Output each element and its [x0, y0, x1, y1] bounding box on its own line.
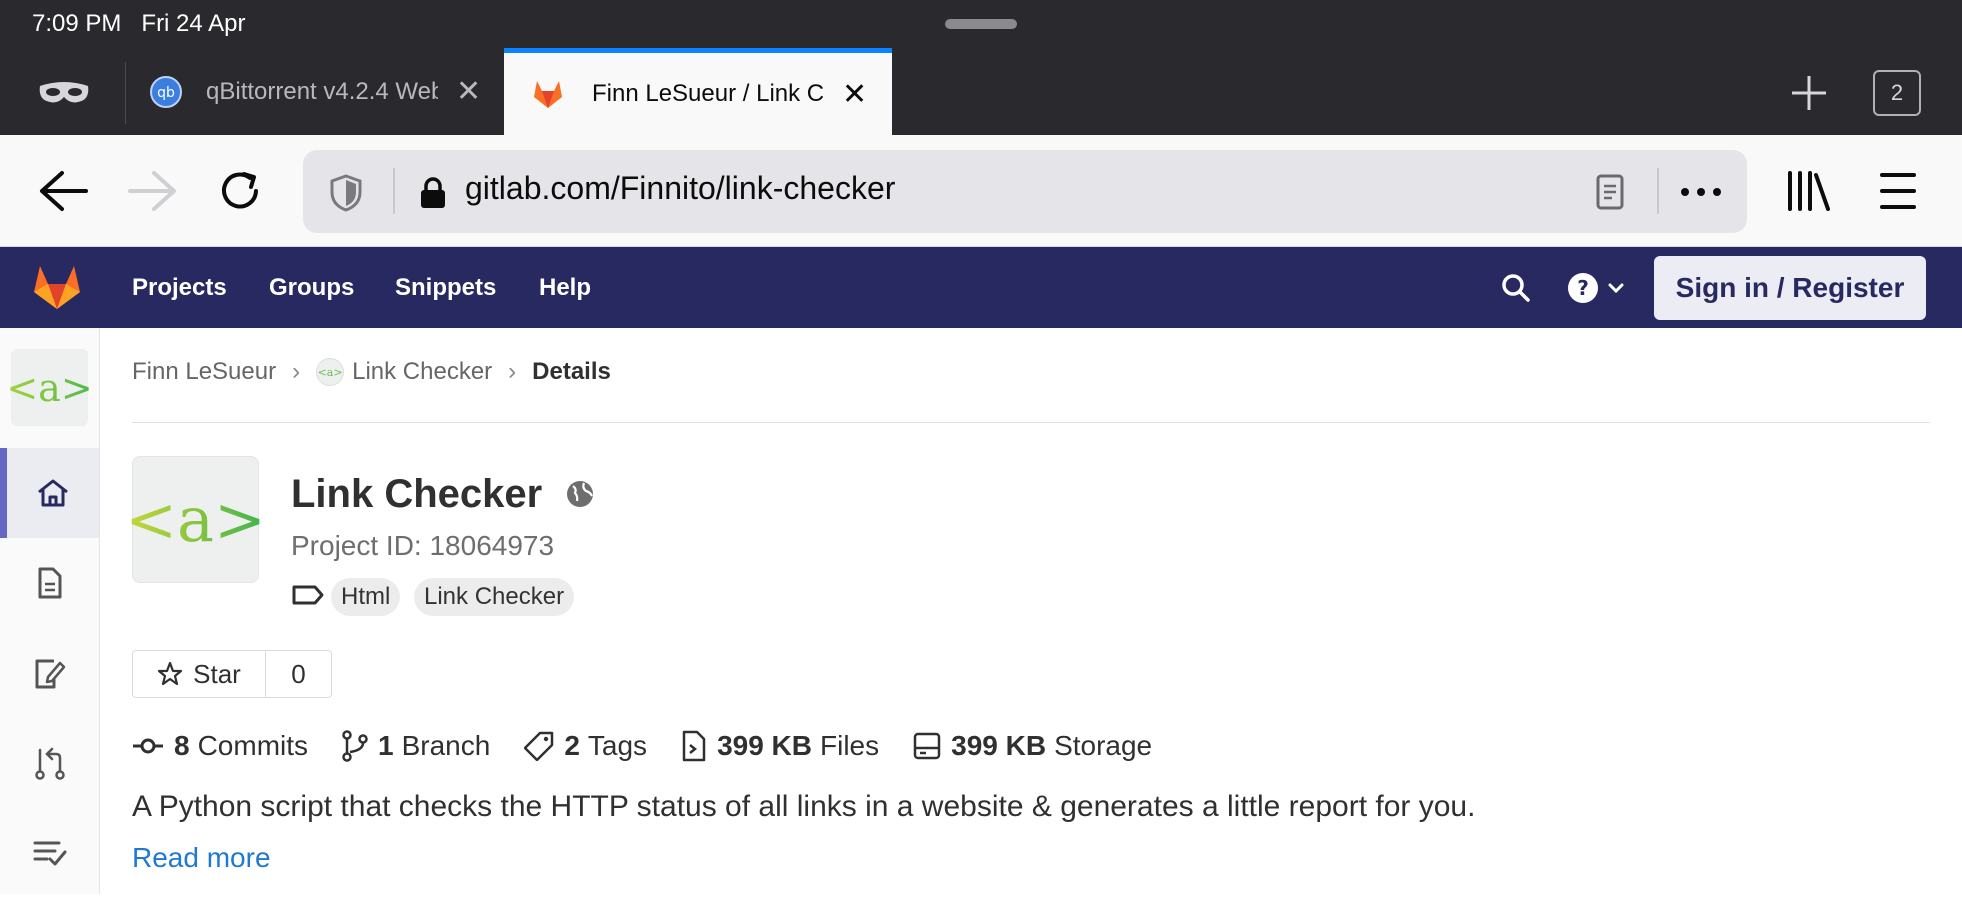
todo-icon — [33, 841, 66, 866]
browser-toolbar: gitlab.com/Finnito/link-checker — [0, 135, 1962, 247]
star-button[interactable]: Star — [133, 651, 266, 697]
url-divider — [1657, 168, 1659, 214]
tags-count: 2 — [564, 730, 580, 761]
read-more-link[interactable]: Read more — [132, 842, 271, 874]
close-tab-icon[interactable]: ✕ — [842, 77, 867, 112]
issues-icon — [35, 659, 65, 689]
file-icon — [38, 567, 61, 599]
file-code-icon — [682, 730, 706, 762]
project-avatar: <a> — [125, 456, 266, 583]
status-bar: 7:09 PM Fri 24 Apr — [32, 10, 245, 38]
label-tag-icon — [292, 585, 324, 605]
close-tab-icon[interactable]: ✕ — [456, 74, 481, 109]
tracking-protection-shield-icon[interactable] — [329, 174, 363, 212]
project-title: Link Checker — [291, 472, 595, 517]
status-time: 7:09 PM — [32, 10, 122, 37]
star-button-group: Star 0 — [132, 650, 332, 698]
commits-stat[interactable]: 8 Commits — [132, 730, 308, 762]
topic-tag[interactable]: Link Checker — [414, 578, 575, 616]
project-description: A Python script that checks the HTTP sta… — [132, 790, 1476, 823]
search-icon[interactable] — [1501, 273, 1531, 303]
lock-icon[interactable] — [419, 176, 447, 210]
files-size: 399 KB — [717, 730, 812, 761]
breadcrumb-owner[interactable]: Finn LeSueur — [132, 358, 276, 386]
gitlab-favicon-icon — [534, 81, 562, 108]
breadcrumb-project-avatar: <a> — [316, 358, 345, 386]
multitask-handle[interactable] — [945, 19, 1017, 29]
branch-stat[interactable]: 1 Branch — [342, 730, 490, 762]
project-stats: 8 Commits 1 Branch 2 Tags 399 KB Files 3… — [132, 726, 1186, 766]
sign-in-register-button[interactable]: Sign in / Register — [1654, 256, 1926, 320]
forward-icon[interactable] — [128, 169, 178, 213]
library-icon[interactable] — [1786, 171, 1832, 211]
storage-size: 399 KB — [951, 730, 1047, 761]
tab-title: Finn LeSueur / Link Checker — [592, 80, 824, 107]
page-actions-more-icon[interactable] — [1679, 186, 1723, 198]
star-count[interactable]: 0 — [266, 651, 331, 697]
nav-help[interactable]: Help — [539, 247, 591, 328]
breadcrumb-current[interactable]: Details — [532, 358, 611, 386]
hamburger-menu-icon[interactable] — [1880, 171, 1916, 211]
merge-request-icon — [34, 747, 65, 780]
reader-view-icon[interactable] — [1595, 174, 1625, 210]
storage-icon — [913, 732, 941, 760]
chevron-right-icon: › — [292, 358, 301, 385]
storage-label: Storage — [1054, 730, 1153, 761]
sidebar-item-project-overview[interactable] — [0, 448, 99, 538]
tab-title: qBittorrent v4.2.4 Web UI — [206, 77, 438, 105]
back-icon[interactable] — [38, 169, 88, 213]
new-tab-icon[interactable] — [1790, 74, 1828, 112]
project-sidebar: <a> — [0, 328, 100, 894]
public-globe-icon — [567, 481, 594, 507]
gitlab-header: Projects Groups Snippets Help ? Sign in … — [0, 247, 1962, 328]
nav-snippets[interactable]: Snippets — [395, 247, 496, 328]
home-icon — [38, 479, 68, 507]
svg-text:?: ? — [1577, 276, 1589, 300]
files-stat[interactable]: 399 KB Files — [681, 730, 879, 762]
chevron-right-icon: › — [508, 358, 517, 385]
sidebar-item-merge-requests[interactable] — [0, 718, 99, 808]
help-dropdown-icon[interactable]: ? — [1566, 271, 1630, 305]
tag-icon — [524, 731, 554, 761]
project-id: Project ID: 18064973 — [291, 530, 555, 561]
tags-label: Tags — [587, 730, 648, 761]
tab-qbittorrent[interactable]: qb qBittorrent v4.2.4 Web UI ✕ — [126, 48, 502, 135]
sidebar-item-todos[interactable] — [0, 808, 99, 898]
commit-icon — [133, 738, 163, 754]
project-name: Link Checker — [291, 472, 543, 516]
browser-tab-strip: 7:09 PM Fri 24 Apr qb qBittorrent v4.2.4… — [0, 0, 1962, 135]
branch-count: 1 — [378, 730, 394, 761]
tags-stat[interactable]: 2 Tags — [524, 730, 647, 762]
qbittorrent-favicon-icon: qb — [150, 75, 182, 108]
private-mask-icon — [39, 82, 89, 103]
nav-projects[interactable]: Projects — [132, 247, 227, 328]
branch-icon — [342, 730, 368, 762]
files-label: Files — [820, 730, 880, 761]
breadcrumb-divider — [132, 422, 1930, 423]
tab-count-button[interactable]: 2 — [1873, 70, 1921, 116]
tab-gitlab[interactable]: Finn LeSueur / Link Checker ✕ — [504, 48, 892, 135]
status-date: Fri 24 Apr — [141, 10, 246, 37]
svg-text:qb: qb — [157, 85, 175, 101]
reload-icon[interactable] — [218, 168, 264, 214]
star-label: Star — [193, 658, 241, 689]
star-icon — [158, 661, 183, 686]
project-avatar-text: <a> — [125, 483, 266, 556]
breadcrumb-project[interactable]: Link Checker — [352, 358, 492, 386]
commits-label: Commits — [197, 730, 309, 761]
commits-count: 8 — [174, 730, 190, 761]
url-divider — [393, 168, 395, 214]
topic-tag[interactable]: Html — [331, 578, 401, 616]
url-text[interactable]: gitlab.com/Finnito/link-checker — [465, 170, 895, 207]
nav-groups[interactable]: Groups — [269, 247, 354, 328]
address-bar[interactable]: gitlab.com/Finnito/link-checker — [303, 150, 1747, 233]
avatar-text: <a> — [6, 365, 93, 410]
gitlab-logo-icon[interactable] — [32, 264, 82, 310]
storage-stat[interactable]: 399 KB Storage — [913, 730, 1152, 762]
breadcrumb: Finn LeSueur › <a> Link Checker › Detail… — [132, 358, 611, 386]
branch-label: Branch — [401, 730, 491, 761]
sidebar-item-issues[interactable] — [0, 628, 99, 718]
sidebar-project-avatar[interactable]: <a> — [6, 349, 93, 426]
sidebar-item-repository[interactable] — [0, 538, 99, 628]
